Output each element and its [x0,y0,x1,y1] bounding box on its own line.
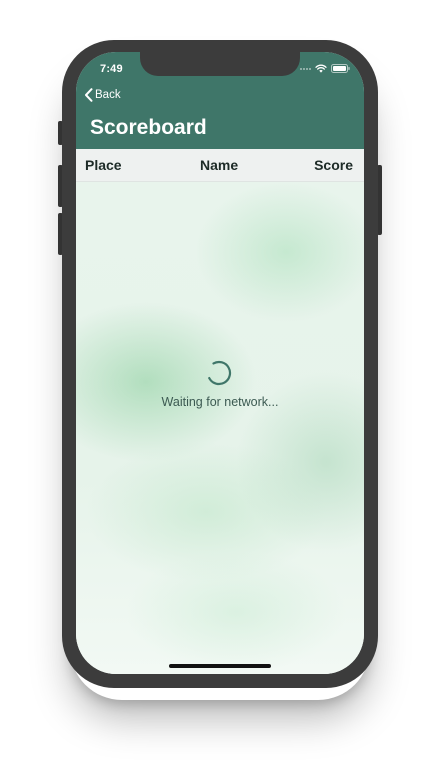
back-button[interactable]: Back [84,88,121,102]
table-header-row: Place Name Score [76,149,364,182]
column-header-score: Score [314,157,353,173]
battery-icon [331,64,350,73]
stage: 7:49 Back Scoreboard Place Name Score Wa… [0,0,440,762]
scoreboard-list: Waiting for network... [76,182,364,674]
loading-message: Waiting for network... [161,395,279,409]
chevron-left-icon [85,88,93,102]
status-time: 7:49 [100,63,123,75]
home-indicator[interactable] [169,664,271,668]
signal-dots-icon [300,67,311,70]
notch [140,52,300,76]
wifi-icon [315,64,327,73]
phone-screen: 7:49 Back Scoreboard Place Name Score Wa… [76,52,364,674]
navigation-bar: 7:49 Back Scoreboard [76,52,364,149]
column-header-place: Place [85,157,122,173]
loading-spinner-icon [206,360,232,386]
status-icons [300,64,350,73]
column-header-name: Name [200,157,239,173]
back-label: Back [95,89,121,101]
page-title: Scoreboard [90,116,207,139]
